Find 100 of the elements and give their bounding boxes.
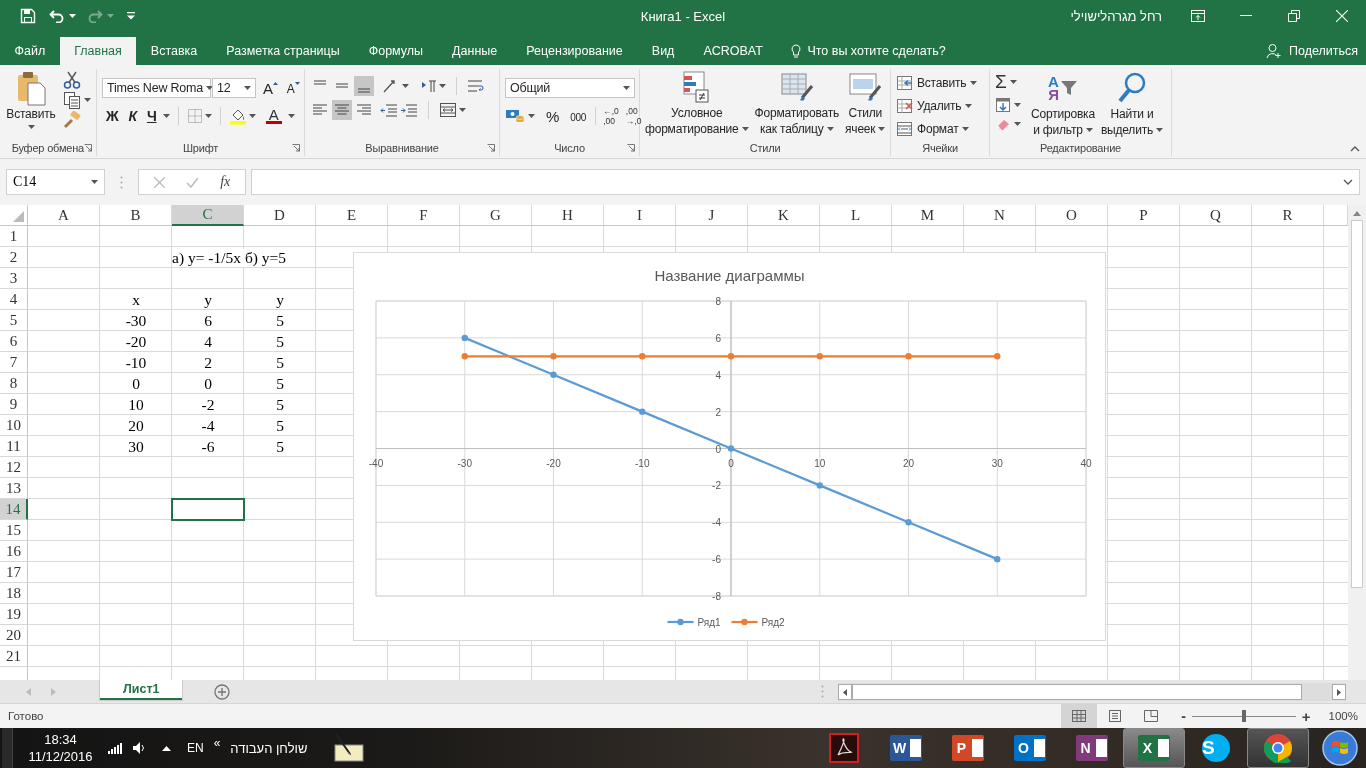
launcher-icon[interactable] bbox=[292, 144, 300, 152]
caret-icon[interactable] bbox=[204, 114, 212, 118]
add-sheet-icon[interactable] bbox=[214, 684, 231, 700]
scroll-up-icon[interactable] bbox=[1353, 211, 1361, 216]
caret-icon[interactable] bbox=[287, 114, 295, 118]
grow-font-button[interactable]: A bbox=[257, 79, 282, 97]
caret-icon[interactable] bbox=[84, 98, 91, 102]
launcher-icon[interactable] bbox=[627, 144, 635, 152]
decimal-places-button[interactable]: ←,0 ,00 bbox=[601, 106, 621, 126]
launcher-icon[interactable] bbox=[84, 144, 92, 152]
caret-icon[interactable] bbox=[459, 108, 466, 112]
app-logo[interactable]: O bbox=[1014, 735, 1046, 761]
italic-button[interactable]: К bbox=[124, 108, 141, 124]
cells-delete-button[interactable]: Удалить bbox=[896, 95, 978, 116]
zoom-in-button[interactable]: + bbox=[1301, 707, 1311, 725]
caret-icon[interactable] bbox=[623, 86, 630, 90]
style-button[interactable]: Форматировать как таблицу bbox=[754, 69, 840, 137]
tray-expand-icon[interactable] bbox=[162, 745, 171, 751]
scroll-right-button[interactable] bbox=[1332, 684, 1346, 700]
scissors-icon[interactable] bbox=[63, 71, 81, 89]
share-button[interactable]: Поделиться bbox=[1265, 37, 1366, 65]
taskbar-button[interactable]: X bbox=[1123, 728, 1185, 768]
caret-icon[interactable] bbox=[27, 125, 35, 129]
undo-icon[interactable] bbox=[49, 9, 65, 23]
merge-cells-icon[interactable] bbox=[439, 102, 457, 118]
cells-format-button[interactable]: Формат bbox=[896, 118, 978, 139]
taskbar-button[interactable]: N bbox=[1061, 728, 1123, 768]
shrink-font-button[interactable]: A bbox=[282, 80, 304, 96]
ribbon-tab[interactable]: Вид bbox=[637, 37, 689, 65]
format-painter-icon[interactable] bbox=[63, 111, 81, 129]
copy-icon[interactable] bbox=[63, 91, 81, 109]
caret-icon[interactable] bbox=[244, 86, 251, 90]
cells-insert-button[interactable]: Вставить bbox=[896, 72, 978, 93]
row-header[interactable]: 14 bbox=[0, 499, 28, 520]
restore-icon[interactable] bbox=[1288, 10, 1300, 22]
scrollbar[interactable] bbox=[838, 683, 1346, 701]
toolbar-label[interactable]: שולחן העבודה bbox=[230, 740, 308, 756]
scrollbar[interactable] bbox=[1348, 205, 1366, 680]
sheet-tab[interactable]: Лист1 bbox=[100, 680, 183, 700]
ribbon-tab[interactable]: Формулы bbox=[354, 37, 438, 65]
find-select-button[interactable]: Найти и выделить bbox=[1100, 69, 1163, 138]
thousands-button[interactable]: 000 bbox=[566, 109, 591, 123]
text-direction-icon[interactable] bbox=[421, 79, 437, 93]
name-box[interactable]: C14 bbox=[6, 169, 105, 195]
start-orb-icon[interactable] bbox=[1320, 728, 1360, 768]
zoom-out-button[interactable]: - bbox=[1181, 708, 1186, 724]
save-icon[interactable] bbox=[20, 8, 36, 24]
collapse-ribbon-icon[interactable] bbox=[1350, 146, 1360, 152]
taskbar-button[interactable] bbox=[1247, 728, 1309, 768]
selected-cell[interactable] bbox=[172, 499, 244, 520]
font-name-field[interactable]: Times New Roma bbox=[102, 78, 211, 98]
caret-icon[interactable] bbox=[528, 114, 535, 118]
bold-button[interactable]: Ж bbox=[102, 108, 123, 124]
currency-icon[interactable] bbox=[505, 108, 525, 124]
fill-color-icon[interactable] bbox=[228, 107, 247, 125]
wrap-text-icon[interactable] bbox=[467, 78, 485, 94]
font-color-button[interactable]: A bbox=[261, 107, 286, 125]
app-logo[interactable]: N bbox=[1076, 735, 1108, 761]
customize-icon[interactable] bbox=[127, 12, 135, 20]
style-button[interactable]: Условное форматирование bbox=[645, 69, 749, 137]
ribbon-tab[interactable]: ACROBAT bbox=[688, 37, 778, 65]
ribbon-tab[interactable]: Файл bbox=[0, 37, 60, 65]
taskbar-button[interactable]: O bbox=[999, 728, 1061, 768]
insert-function-button[interactable]: fx bbox=[220, 174, 231, 190]
clock[interactable]: 18:34 11/12/2016 bbox=[13, 731, 108, 765]
underline-button[interactable]: Ч bbox=[142, 108, 161, 124]
close-icon[interactable] bbox=[1336, 10, 1348, 22]
caret-icon[interactable] bbox=[1156, 128, 1163, 132]
scroll-thumb[interactable] bbox=[1351, 220, 1363, 588]
paste-button[interactable]: Вставить bbox=[5, 69, 57, 129]
ribbon-tab[interactable]: Рецензирование bbox=[511, 37, 638, 65]
sort-filter-button[interactable]: А Я Сортировка и фильтр bbox=[1031, 69, 1095, 138]
app-logo[interactable]: X bbox=[1138, 735, 1170, 761]
caret-icon[interactable] bbox=[248, 114, 256, 118]
caret-icon[interactable] bbox=[962, 126, 970, 131]
document-swirl-icon[interactable] bbox=[829, 733, 859, 763]
pen-tablet-icon[interactable] bbox=[333, 733, 366, 763]
caret-icon[interactable] bbox=[1014, 122, 1021, 126]
caret-icon[interactable] bbox=[206, 86, 214, 90]
caret-icon[interactable] bbox=[970, 80, 978, 85]
formula-input[interactable] bbox=[251, 169, 1360, 195]
normal-view-button[interactable] bbox=[1061, 704, 1098, 728]
percent-button[interactable]: % bbox=[542, 107, 564, 125]
minimize-icon[interactable] bbox=[1240, 15, 1252, 17]
autosum-button[interactable]: Σ bbox=[995, 71, 1021, 93]
taskbar-button[interactable]: W bbox=[875, 728, 937, 768]
ribbon-tab[interactable]: Главная bbox=[59, 37, 137, 65]
fill-down-icon[interactable] bbox=[995, 97, 1011, 113]
toolbar-chevron[interactable]: « bbox=[213, 736, 221, 750]
caret-icon[interactable] bbox=[1014, 103, 1021, 107]
ribbon-tab[interactable]: Разметка страницы bbox=[211, 37, 355, 65]
font-size-field[interactable]: 12 bbox=[212, 78, 256, 98]
scroll-thumb[interactable] bbox=[852, 684, 1302, 700]
tell-me-field[interactable]: Что вы хотите сделать? bbox=[791, 37, 946, 65]
app-logo[interactable]: W bbox=[890, 735, 922, 761]
slider-thumb[interactable] bbox=[1241, 710, 1246, 722]
caret-icon[interactable] bbox=[1085, 128, 1093, 132]
scroll-left-button[interactable] bbox=[838, 684, 852, 700]
language-indicator[interactable]: EN bbox=[187, 741, 204, 755]
taskbar-button[interactable]: P bbox=[937, 728, 999, 768]
